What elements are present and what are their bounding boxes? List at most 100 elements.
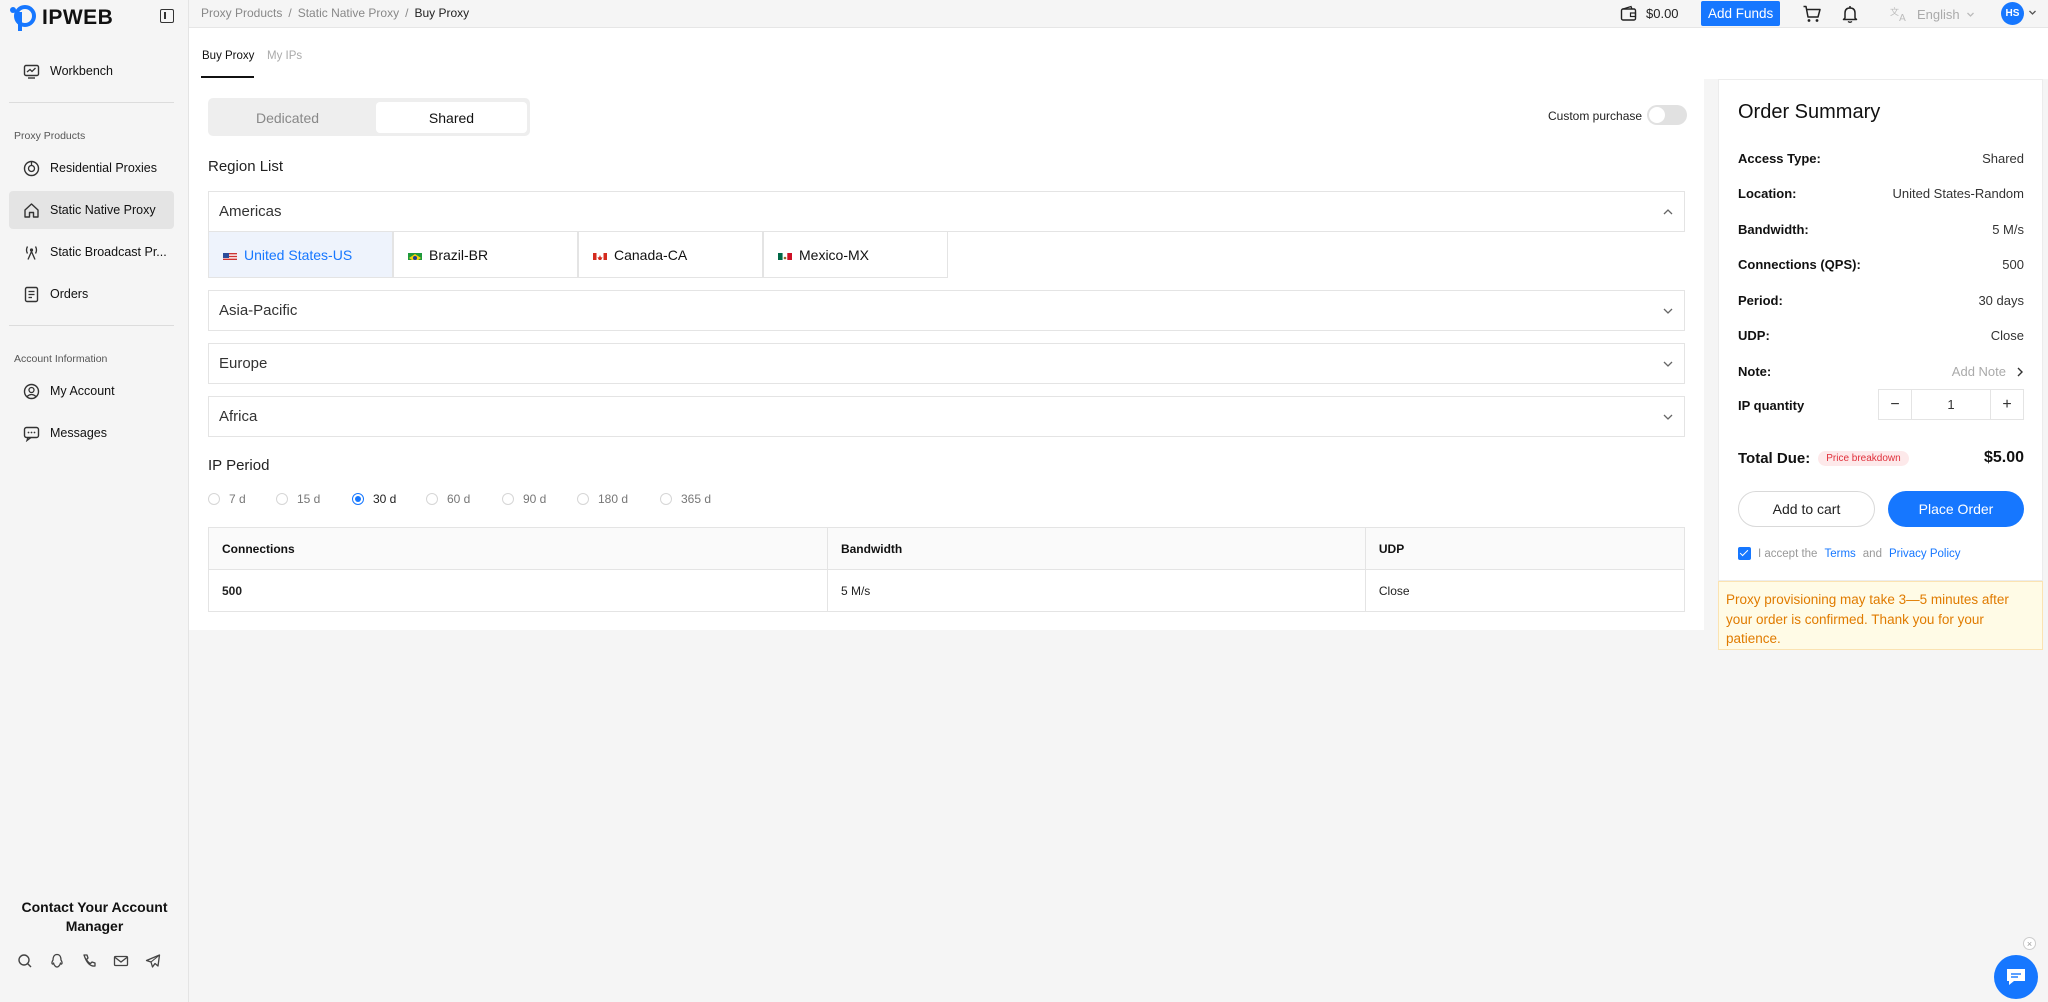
order-summary-title: Order Summary [1738,101,1881,123]
radio[interactable] [502,493,514,505]
terms-link[interactable]: Terms [1824,548,1855,560]
radio[interactable] [577,493,589,505]
chevron-down-icon [1663,414,1673,420]
region-europe[interactable]: Europe [208,343,1685,384]
quantity-stepper: − 1 + [1878,389,2024,420]
decrement-button[interactable]: − [1879,390,1912,419]
region-americas[interactable]: Americas [208,191,1685,232]
summary-value: 500 [2002,257,2024,272]
custom-purchase-label: Custom purchase [1548,109,1643,123]
country-united-states[interactable]: United States-US [208,232,393,278]
region-name: Asia-Pacific [219,302,298,319]
period-option-15d[interactable]: 15 d [276,492,320,506]
period-option-60d[interactable]: 60 d [426,492,470,506]
country-brazil[interactable]: Brazil-BR [393,232,578,278]
summary-key: Period: [1738,293,1783,308]
add-note-link[interactable]: Add Note [1952,364,2024,379]
avatar[interactable]: HS [2001,2,2024,25]
summary-row-access-type: Access Type: Shared [1738,151,2024,166]
country-label: Mexico-MX [799,246,870,263]
summary-value: Close [1990,328,2024,343]
period-label: 365 d [681,492,712,506]
section-proxy-products: Proxy Products [14,130,86,142]
country-mexico[interactable]: Mexico-MX [763,232,948,278]
sidebar-item-static-native-proxy[interactable]: Static Native Proxy [9,191,174,229]
summary-row-note[interactable]: Note: Add Note [1738,364,2024,379]
add-to-cart-button[interactable]: Add to cart [1738,491,1875,527]
logo[interactable]: IPWEB [8,4,113,32]
breadcrumb-proxy-products[interactable]: Proxy Products [201,6,282,20]
period-option-365d[interactable]: 365 d [660,492,711,506]
search-icon[interactable] [16,952,34,970]
chat-button[interactable] [1994,955,2038,999]
period-option-90d[interactable]: 90 d [502,492,546,506]
summary-row-connections: Connections (QPS): 500 [1738,257,2024,272]
sidebar-item-residential-proxies[interactable]: Residential Proxies [9,149,174,187]
sidebar-item-workbench[interactable]: Workbench [9,52,174,90]
breadcrumb-separator: / [288,6,292,20]
translate-icon: 文A [1890,6,1906,23]
page-tabs: Buy Proxy My IPs [189,28,2048,79]
qq-icon[interactable] [48,952,66,970]
sidebar-item-messages[interactable]: Messages [9,414,174,452]
tab-my-ips[interactable]: My IPs [267,50,302,62]
flag-ca-icon [593,250,607,260]
summary-row-period: Period: 30 days [1738,293,2024,308]
radio[interactable] [660,493,672,505]
increment-button[interactable]: + [1990,390,2023,419]
column-header: UDP [1364,527,1686,570]
access-type-switch: Dedicated Shared [208,98,530,136]
summary-row-location: Location: United States-Random [1738,186,2024,201]
bell-icon[interactable] [1840,4,1860,24]
mail-icon[interactable] [112,952,130,970]
sidebar-item-orders[interactable]: Orders [9,275,174,313]
broadcast-icon [25,245,38,260]
accept-terms-checkbox[interactable] [1738,547,1751,560]
period-option-30d[interactable]: 30 d [352,492,396,506]
privacy-policy-link[interactable]: Privacy Policy [1889,548,1961,560]
region-africa[interactable]: Africa [208,396,1685,437]
breadcrumb-static-native-proxy[interactable]: Static Native Proxy [298,6,399,20]
wallet-icon [1620,5,1637,21]
summary-key: Location: [1738,186,1797,201]
period-option-180d[interactable]: 180 d [577,492,628,506]
collapse-sidebar-icon[interactable] [160,9,174,23]
sidebar-item-my-account[interactable]: My Account [9,372,174,410]
radio[interactable] [276,493,288,505]
terms-text: I accept the [1758,547,1818,560]
country-canada[interactable]: Canada-CA [578,232,763,278]
summary-key: Connections (QPS): [1738,257,1861,272]
access-type-dedicated[interactable]: Dedicated [212,102,363,133]
wallet-balance[interactable]: $0.00 [1620,5,1679,22]
access-type-shared[interactable]: Shared [376,102,527,133]
add-funds-button[interactable]: Add Funds [1701,1,1781,26]
price-breakdown-badge[interactable]: Price breakdown [1818,450,1909,466]
radio[interactable] [208,493,220,505]
divider [9,325,174,326]
summary-key: Access Type: [1738,151,1821,166]
telegram-icon[interactable] [144,952,162,970]
close-chat-icon[interactable]: × [2023,937,2036,950]
summary-row-bandwidth: Bandwidth: 5 M/s [1738,222,2024,237]
summary-value: 5 M/s [1992,222,2024,237]
region-asia-pacific[interactable]: Asia-Pacific [208,290,1685,331]
tab-buy-proxy[interactable]: Buy Proxy [202,50,254,62]
language-label: English [1917,6,1960,22]
phone-icon[interactable] [80,952,98,970]
total-due-amount: $5.00 [1983,449,2024,466]
quantity-input[interactable]: 1 [1912,390,1990,419]
chevron-down-icon[interactable] [2028,8,2037,17]
radio[interactable] [426,493,438,505]
summary-key: UDP: [1738,328,1770,343]
sidebar-item-static-broadcast-proxy[interactable]: Static Broadcast Pr... [9,233,174,271]
custom-purchase-toggle[interactable] [1647,105,1687,125]
summary-key: IP quantity [1738,398,1805,413]
place-order-button[interactable]: Place Order [1888,491,2024,527]
cart-icon[interactable] [1802,4,1822,24]
period-option-7d[interactable]: 7 d [208,492,246,506]
sidebar-item-label: Residential Proxies [50,161,157,175]
radio-selected[interactable] [352,493,364,505]
language-selector[interactable]: 文A English [1889,5,1975,23]
buy-proxy-panel: Dedicated Shared Custom purchase Region … [189,79,1704,630]
terms-agreement: I accept the Terms and Privacy Policy [1738,547,1961,560]
